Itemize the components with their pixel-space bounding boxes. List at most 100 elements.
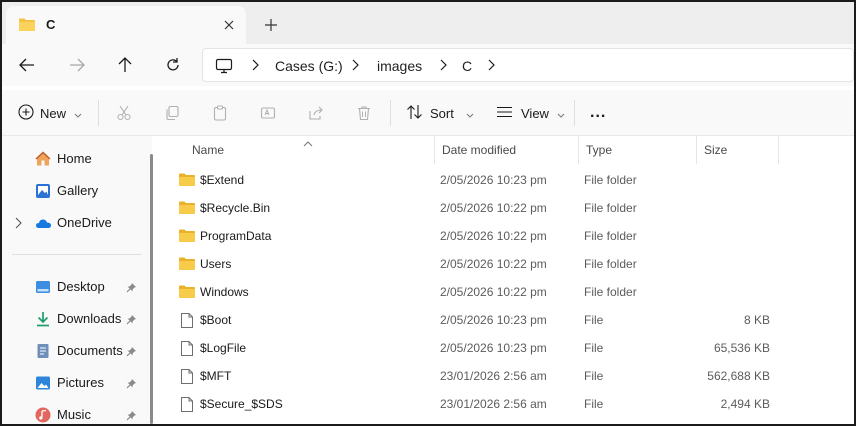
column-header-type[interactable]: Type xyxy=(578,136,696,164)
home-icon xyxy=(35,151,51,167)
table-row[interactable]: ProgramData 2/05/2026 10:22 pm File fold… xyxy=(170,222,790,250)
file-date-modified: 2/05/2026 10:22 pm xyxy=(440,201,547,215)
column-header-label: Name xyxy=(192,143,225,157)
sidebar-item-label: Gallery xyxy=(57,183,99,198)
chevron-right-icon[interactable] xyxy=(487,59,495,74)
tab-c[interactable]: C xyxy=(6,6,246,44)
more-label: ... xyxy=(590,104,607,121)
column-header-size[interactable]: Size xyxy=(696,136,778,164)
file-date-modified: 2/05/2026 10:23 pm xyxy=(440,313,547,327)
file-date-modified: 2/05/2026 10:22 pm xyxy=(440,257,547,271)
paste-icon[interactable] xyxy=(212,101,228,125)
back-arrow-icon[interactable] xyxy=(14,52,40,78)
breadcrumb-images[interactable]: images xyxy=(377,58,422,74)
file-date-modified: 2/05/2026 10:23 pm xyxy=(440,341,547,355)
command-bar: New Sort View ... xyxy=(2,90,854,136)
file-name: $Extend xyxy=(200,173,245,187)
sidebar-item-desktop[interactable]: Desktop xyxy=(2,274,142,300)
sort-button[interactable]: Sort xyxy=(406,101,474,125)
share-icon[interactable] xyxy=(308,101,324,125)
navigation-bar: Cases (G:) images C xyxy=(2,44,854,86)
sidebar-scrollbar[interactable] xyxy=(150,154,153,424)
file-icon xyxy=(180,368,194,388)
rename-icon[interactable] xyxy=(260,101,276,125)
pin-icon[interactable] xyxy=(126,281,137,296)
file-date-modified: 2/05/2026 10:23 pm xyxy=(440,173,547,187)
sidebar-item-label: Documents xyxy=(57,343,123,358)
sidebar-item-onedrive[interactable]: OneDrive xyxy=(2,210,142,236)
table-row[interactable]: Users 2/05/2026 10:22 pm File folder xyxy=(170,250,790,278)
computer-icon xyxy=(215,58,233,77)
table-row[interactable]: $Extend 2/05/2026 10:23 pm File folder xyxy=(170,166,790,194)
folder-icon xyxy=(178,284,196,302)
cut-icon[interactable] xyxy=(116,101,132,125)
sidebar-item-label: Pictures xyxy=(57,375,104,390)
chevron-right-icon[interactable] xyxy=(14,217,22,232)
file-name: $Boot xyxy=(200,313,232,327)
up-arrow-icon[interactable] xyxy=(112,52,138,78)
table-row[interactable]: $Recycle.Bin 2/05/2026 10:22 pm File fol… xyxy=(170,194,790,222)
pin-icon[interactable] xyxy=(126,377,137,392)
folder-icon xyxy=(178,228,196,246)
new-label: New xyxy=(40,105,67,121)
file-size: 2,494 KB xyxy=(720,397,770,411)
table-row[interactable]: $Boot 2/05/2026 10:23 pm File 8 KB xyxy=(170,306,790,334)
refresh-icon[interactable] xyxy=(160,52,186,78)
column-header-name[interactable]: Name xyxy=(184,136,434,164)
pin-icon[interactable] xyxy=(126,409,137,424)
file-date-modified: 23/01/2026 2:56 am xyxy=(440,397,547,411)
column-header-label: Type xyxy=(586,143,613,157)
column-divider[interactable] xyxy=(778,136,779,164)
file-name: $LogFile xyxy=(200,341,247,355)
column-header-date-modified[interactable]: Date modified xyxy=(434,136,578,164)
sidebar-item-label: OneDrive xyxy=(57,215,112,230)
folder-icon xyxy=(178,256,196,274)
sidebar-item-label: Home xyxy=(57,151,92,166)
file-type: File folder xyxy=(584,229,637,243)
new-tab-button[interactable] xyxy=(260,14,282,36)
table-row[interactable]: $Secure_$SDS 23/01/2026 2:56 am File 2,4… xyxy=(170,390,790,418)
divider xyxy=(12,254,142,255)
sort-label: Sort xyxy=(430,105,454,121)
file-type: File xyxy=(584,313,604,327)
file-date-modified: 23/01/2026 2:56 am xyxy=(440,369,547,383)
see-more-button[interactable]: ... xyxy=(590,101,606,125)
pin-icon[interactable] xyxy=(126,313,137,328)
close-icon[interactable] xyxy=(220,16,238,34)
pin-icon[interactable] xyxy=(126,345,137,360)
file-type: File folder xyxy=(584,173,637,187)
sidebar-item-label: Desktop xyxy=(57,279,105,294)
sidebar-item-pictures[interactable]: Pictures xyxy=(2,370,142,396)
table-row[interactable]: $MFT 23/01/2026 2:56 am File 562,688 KB xyxy=(170,362,790,390)
file-type: File xyxy=(584,341,604,355)
folder-icon xyxy=(178,200,196,218)
documents-icon xyxy=(35,343,51,359)
sidebar-item-label: Music xyxy=(57,407,91,422)
file-type: File xyxy=(584,397,604,411)
chevron-right-icon xyxy=(439,59,447,74)
sidebar-item-home[interactable]: Home xyxy=(2,146,142,172)
breadcrumb-cases-drive[interactable]: Cases (G:) xyxy=(275,58,343,74)
new-button[interactable]: New xyxy=(18,101,82,125)
chevron-down-icon xyxy=(466,106,474,121)
table-row[interactable]: Windows 2/05/2026 10:22 pm File folder xyxy=(170,278,790,306)
breadcrumb-c[interactable]: C xyxy=(462,58,472,74)
sidebar-item-documents[interactable]: Documents xyxy=(2,338,142,364)
forward-arrow-icon[interactable] xyxy=(64,52,90,78)
sidebar-item-gallery[interactable]: Gallery xyxy=(2,178,142,204)
file-icon xyxy=(180,312,194,332)
sidebar-item-downloads[interactable]: Downloads xyxy=(2,306,142,332)
address-bar[interactable]: Cases (G:) images C xyxy=(202,48,854,82)
desktop-icon xyxy=(35,279,51,295)
column-header-label: Date modified xyxy=(442,143,517,157)
sidebar-item-label: Downloads xyxy=(57,311,122,326)
copy-icon[interactable] xyxy=(164,101,180,125)
pictures-icon xyxy=(35,375,51,391)
file-name: $MFT xyxy=(200,369,232,383)
table-row[interactable]: $LogFile 2/05/2026 10:23 pm File 65,536 … xyxy=(170,334,790,362)
delete-icon[interactable] xyxy=(356,101,372,125)
sidebar-item-music[interactable]: Music xyxy=(2,402,142,424)
view-button[interactable]: View xyxy=(496,101,565,125)
divider xyxy=(98,100,99,126)
view-label: View xyxy=(521,105,549,121)
